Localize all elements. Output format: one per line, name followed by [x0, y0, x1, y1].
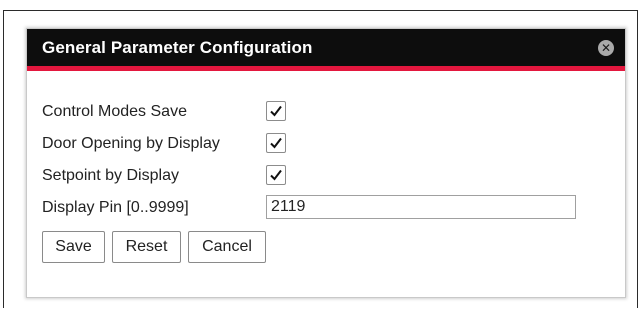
dialog-titlebar: General Parameter Configuration ✕ — [27, 29, 625, 71]
close-icon[interactable]: ✕ — [598, 40, 614, 56]
cancel-button[interactable]: Cancel — [188, 231, 266, 263]
row-setpoint-by-display: Setpoint by Display — [42, 163, 612, 191]
save-button[interactable]: Save — [42, 231, 105, 263]
control-modes-save-checkbox[interactable] — [266, 101, 286, 121]
dialog-title: General Parameter Configuration — [42, 38, 313, 57]
display-pin-label: Display Pin [0..9999] — [42, 199, 189, 216]
door-opening-by-display-label: Door Opening by Display — [42, 135, 220, 152]
door-opening-by-display-checkbox[interactable] — [266, 133, 286, 153]
setpoint-by-display-checkbox[interactable] — [266, 165, 286, 185]
button-row: Save Reset Cancel — [42, 231, 612, 263]
display-pin-input[interactable] — [266, 195, 576, 219]
setpoint-by-display-label: Setpoint by Display — [42, 167, 179, 184]
reset-button[interactable]: Reset — [112, 231, 181, 263]
checkmark-icon — [270, 105, 282, 117]
checkmark-icon — [270, 137, 282, 149]
config-dialog: General Parameter Configuration ✕ Contro… — [26, 28, 626, 298]
control-modes-save-label: Control Modes Save — [42, 103, 187, 120]
row-control-modes-save: Control Modes Save — [42, 99, 612, 127]
checkmark-icon — [270, 169, 282, 181]
row-display-pin: Display Pin [0..9999] — [42, 195, 612, 223]
row-door-opening-by-display: Door Opening by Display — [42, 131, 612, 159]
